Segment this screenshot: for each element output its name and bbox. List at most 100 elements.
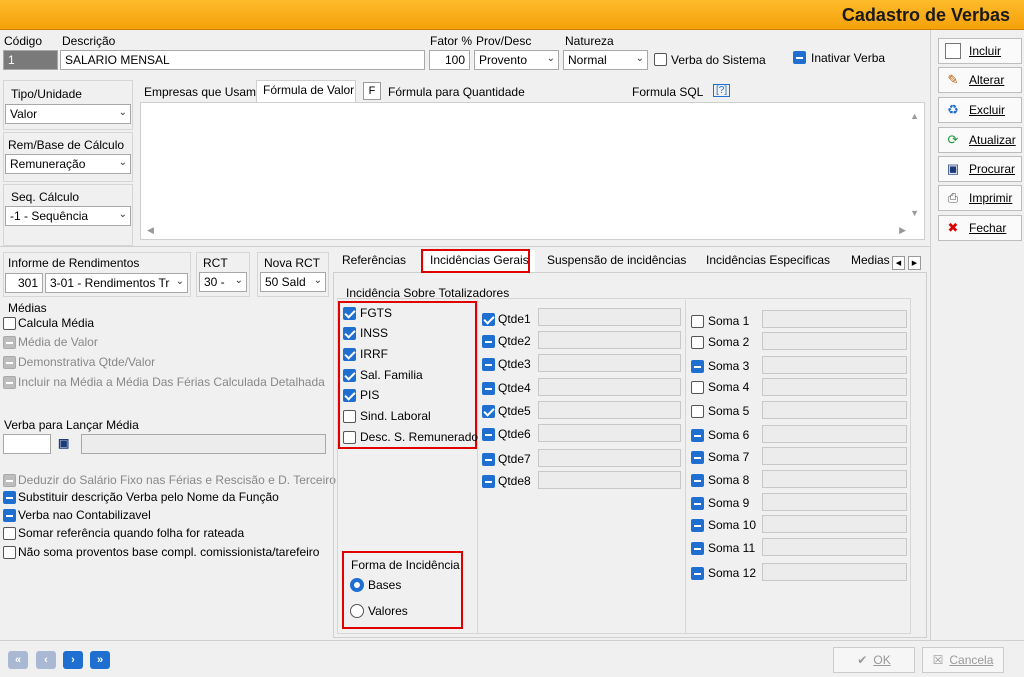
irrf-checkbox[interactable] — [343, 348, 356, 361]
soma-field[interactable] — [762, 447, 907, 465]
scroll-up-icon[interactable]: ▲ — [910, 111, 919, 121]
qtde-checkbox[interactable] — [482, 382, 495, 395]
qtde-field[interactable] — [538, 471, 681, 489]
bases-radio[interactable] — [350, 578, 364, 592]
fgts-checkbox[interactable] — [343, 307, 356, 320]
demonstrativa-checkbox[interactable] — [3, 356, 16, 369]
tab-formula-sql[interactable]: Formula SQL — [632, 85, 703, 99]
soma-checkbox[interactable] — [691, 336, 704, 349]
substituir-checkbox[interactable] — [3, 491, 16, 504]
soma-checkbox[interactable] — [691, 474, 704, 487]
qtde-checkbox[interactable] — [482, 405, 495, 418]
qtde-field[interactable] — [538, 331, 681, 349]
verba-lancar-field[interactable] — [3, 434, 51, 454]
rct-select[interactable]: 30 - ⌄ — [199, 272, 247, 292]
qtde-field[interactable] — [538, 378, 681, 396]
help-icon[interactable]: [?] — [713, 84, 731, 97]
seq-select[interactable]: -1 - Sequência ⌄ — [5, 206, 131, 226]
next-record-icon[interactable]: › — [63, 651, 83, 669]
soma-checkbox[interactable] — [691, 497, 704, 510]
qtde-checkbox[interactable] — [482, 358, 495, 371]
atualizar-button[interactable]: ⟳ Atualizar — [938, 127, 1022, 153]
soma-checkbox[interactable] — [691, 519, 704, 532]
desc-checkbox[interactable] — [343, 431, 356, 444]
soma-checkbox[interactable] — [691, 360, 704, 373]
deduzir-checkbox[interactable] — [3, 474, 16, 487]
pis-checkbox[interactable] — [343, 389, 356, 402]
soma-field[interactable] — [762, 470, 907, 488]
descricao-field[interactable]: SALARIO MENSAL — [60, 50, 425, 70]
verba-sistema-checkbox[interactable] — [654, 53, 667, 66]
tab-scroll-left-icon[interactable]: ◀ — [892, 256, 905, 270]
sal-familia-checkbox[interactable] — [343, 369, 356, 382]
somar-ref-checkbox[interactable] — [3, 527, 16, 540]
incluir-ferias-checkbox[interactable] — [3, 376, 16, 389]
tipo-select[interactable]: Valor ⌄ — [5, 104, 131, 124]
scroll-left-icon[interactable]: ◀ — [147, 225, 154, 236]
alterar-button[interactable]: ✎ Alterar — [938, 67, 1022, 93]
scroll-right-icon[interactable]: ▶ — [899, 225, 906, 236]
soma-checkbox[interactable] — [691, 381, 704, 394]
soma-field[interactable] — [762, 515, 907, 533]
soma-checkbox[interactable] — [691, 451, 704, 464]
tab-especificas[interactable]: Incidências Especificas — [700, 250, 836, 272]
soma-checkbox[interactable] — [691, 542, 704, 555]
soma-field[interactable] — [762, 563, 907, 581]
soma-checkbox[interactable] — [691, 429, 704, 442]
soma-field[interactable] — [762, 378, 907, 396]
qtde-field[interactable] — [538, 401, 681, 419]
previous-record-icon[interactable]: ‹ — [36, 651, 56, 669]
soma-field[interactable] — [762, 332, 907, 350]
soma-checkbox[interactable] — [691, 405, 704, 418]
last-record-icon[interactable]: » — [90, 651, 110, 669]
valores-radio[interactable] — [350, 604, 364, 618]
tab-medias[interactable]: Medias — [845, 250, 896, 272]
fechar-button[interactable]: ✖ Fechar — [938, 215, 1022, 241]
soma-checkbox[interactable] — [691, 315, 704, 328]
tab-formula-quantidade[interactable]: Fórmula para Quantidade — [388, 85, 525, 99]
first-record-icon[interactable]: « — [8, 651, 28, 669]
procurar-button[interactable]: ▣ Procurar — [938, 156, 1022, 182]
natureza-select[interactable]: Normal ⌄ — [563, 50, 648, 70]
nao-soma-checkbox[interactable] — [3, 546, 16, 559]
qtde-checkbox[interactable] — [482, 428, 495, 441]
nova-rct-select[interactable]: 50 Sald ⌄ — [260, 272, 326, 292]
media-valor-checkbox[interactable] — [3, 336, 16, 349]
qtde-field[interactable] — [538, 424, 681, 442]
rem-select[interactable]: Remuneração ⌄ — [5, 154, 131, 174]
tab-referencias[interactable]: Referências — [336, 250, 412, 272]
informe-code-field[interactable]: 301 — [5, 273, 43, 293]
qtde-field[interactable] — [538, 308, 681, 326]
soma-field[interactable] — [762, 356, 907, 374]
soma-field[interactable] — [762, 425, 907, 443]
inativar-checkbox[interactable] — [793, 51, 806, 64]
qtde-field[interactable] — [538, 449, 681, 467]
qtde-checkbox[interactable] — [482, 313, 495, 326]
qtde-field[interactable] — [538, 354, 681, 372]
informe-select[interactable]: 3-01 - Rendimentos Tr ⌄ — [45, 273, 188, 293]
formula-f-button[interactable]: F — [363, 82, 381, 100]
qtde-checkbox[interactable] — [482, 475, 495, 488]
binoculars-icon[interactable]: ▣ — [58, 436, 69, 450]
inss-checkbox[interactable] — [343, 327, 356, 340]
qtde-checkbox[interactable] — [482, 453, 495, 466]
qtde-checkbox[interactable] — [482, 335, 495, 348]
tab-empresas[interactable]: Empresas que Usam — [144, 85, 256, 99]
excluir-button[interactable]: ♻ Excluir — [938, 97, 1022, 123]
soma-field[interactable] — [762, 493, 907, 511]
soma-field[interactable] — [762, 401, 907, 419]
calcula-media-checkbox[interactable] — [3, 317, 16, 330]
prov-select[interactable]: Provento ⌄ — [474, 50, 559, 70]
soma-field[interactable] — [762, 310, 907, 328]
imprimir-button[interactable]: ⎙ Imprimir — [938, 185, 1022, 211]
incluir-button[interactable]: Incluir — [938, 38, 1022, 64]
tab-suspensao[interactable]: Suspensão de incidências — [541, 250, 692, 272]
fator-field[interactable]: 100 — [429, 50, 470, 70]
cancela-button[interactable]: ☒ Cancela — [922, 647, 1004, 673]
sind-checkbox[interactable] — [343, 410, 356, 423]
tab-formula-valor[interactable]: Fórmula de Valor — [263, 83, 354, 97]
nao-contab-checkbox[interactable] — [3, 509, 16, 522]
formula-editor[interactable]: ▲ ▼ ◀ ▶ — [140, 102, 925, 240]
tab-scroll-right-icon[interactable]: ▶ — [908, 256, 921, 270]
soma-field[interactable] — [762, 538, 907, 556]
